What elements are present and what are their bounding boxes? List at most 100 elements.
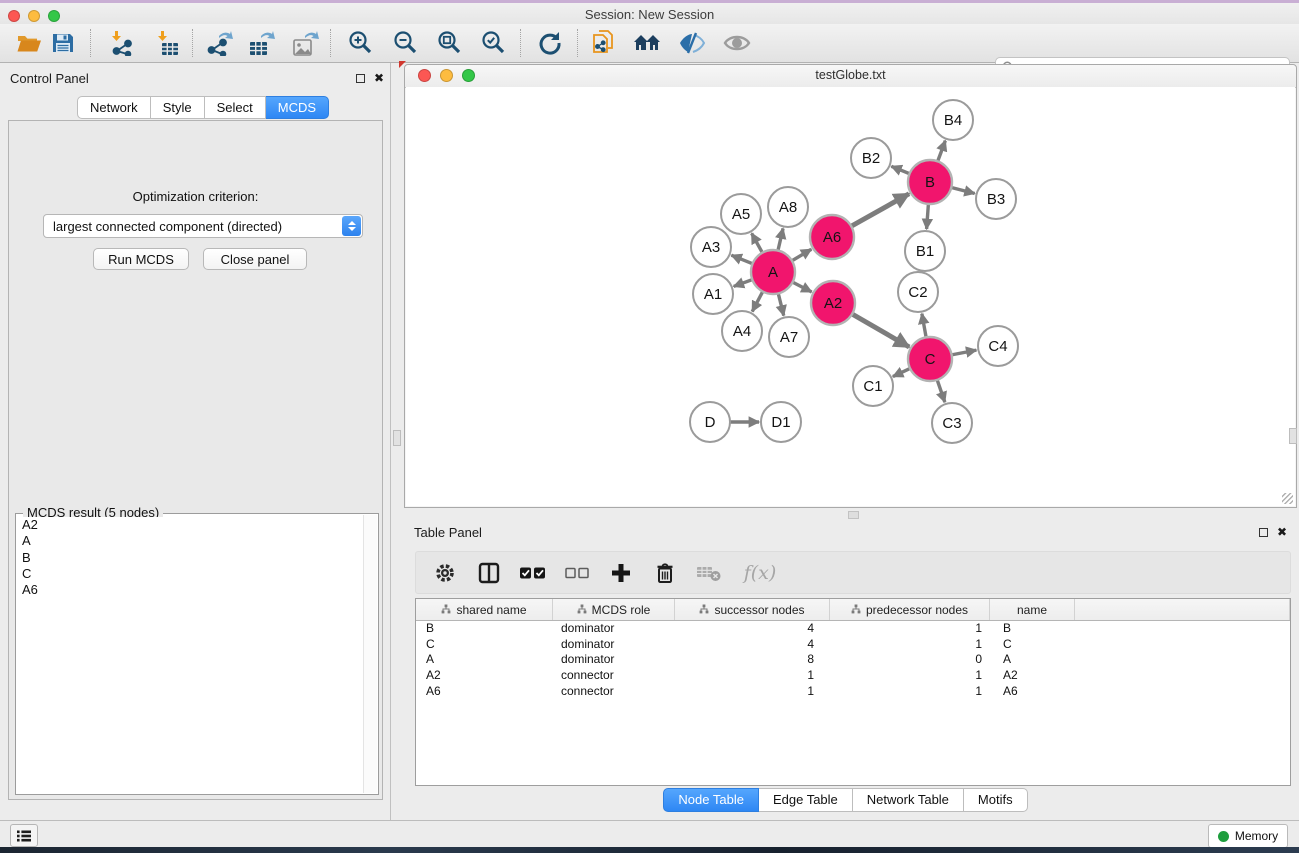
table-row[interactable]: Bdominator41B <box>416 621 1290 637</box>
table-cell[interactable]: B <box>416 621 553 637</box>
table-cell[interactable]: 1 <box>830 668 990 684</box>
memory-button[interactable]: Memory <box>1208 824 1288 848</box>
table-cell[interactable]: 1 <box>675 668 830 684</box>
show-column-icon[interactable] <box>474 558 504 588</box>
tab-edge-table[interactable]: Edge Table <box>759 788 853 812</box>
mcds-result-item[interactable]: A6 <box>17 582 364 598</box>
deselect-all-icon[interactable] <box>562 558 592 588</box>
table-cell[interactable]: dominator <box>553 637 675 653</box>
table-row[interactable]: Adominator80A <box>416 652 1290 668</box>
graph-node-A8[interactable]: A8 <box>768 187 808 227</box>
graph-node-D1[interactable]: D1 <box>761 402 801 442</box>
save-session-icon[interactable] <box>49 29 77 57</box>
import-table-icon[interactable] <box>153 29 181 57</box>
graph-node-D[interactable]: D <box>690 402 730 442</box>
graph-node-B3[interactable]: B3 <box>976 179 1016 219</box>
graph-node-A4[interactable]: A4 <box>722 311 762 351</box>
network-canvas[interactable]: B4B2BB3A8A5A6A3B1AC2A1A2A4A7C4CC1DD1C3 <box>406 87 1295 506</box>
criterion-dropdown[interactable]: largest connected component (directed) <box>43 214 363 238</box>
graph-node-A3[interactable]: A3 <box>691 227 731 267</box>
graph-node-A[interactable]: A <box>751 250 795 294</box>
table-cell[interactable]: B <box>990 621 1075 637</box>
table-row[interactable]: Cdominator41C <box>416 637 1290 653</box>
table-cell[interactable]: 4 <box>675 621 830 637</box>
function-builder-icon[interactable]: f(x) <box>738 558 782 588</box>
graph-node-C1[interactable]: C1 <box>853 366 893 406</box>
apply-layout-icon[interactable] <box>535 29 563 57</box>
zoom-in-icon[interactable] <box>347 29 375 57</box>
table-cell[interactable]: C <box>990 637 1075 653</box>
graph-node-B4[interactable]: B4 <box>933 100 973 140</box>
graph-node-A2[interactable]: A2 <box>811 281 855 325</box>
table-settings-icon[interactable] <box>430 558 460 588</box>
graph-node-B1[interactable]: B1 <box>905 231 945 271</box>
graph-node-C3[interactable]: C3 <box>932 403 972 443</box>
import-network-icon[interactable] <box>107 29 135 57</box>
mcds-result-item[interactable]: C <box>17 566 364 582</box>
tab-network-table[interactable]: Network Table <box>853 788 964 812</box>
table-cell[interactable]: A2 <box>990 668 1075 684</box>
float-panel-icon[interactable] <box>356 74 365 83</box>
table-cell[interactable]: connector <box>553 668 675 684</box>
delete-column-icon[interactable] <box>650 558 680 588</box>
hide-selected-icon[interactable] <box>678 29 706 57</box>
graph-node-C4[interactable]: C4 <box>978 326 1018 366</box>
zoom-selected-icon[interactable] <box>480 29 508 57</box>
graph-node-A5[interactable]: A5 <box>721 194 761 234</box>
table-cell[interactable]: dominator <box>553 652 675 668</box>
task-history-button[interactable] <box>10 824 38 847</box>
graph-node-B2[interactable]: B2 <box>851 138 891 178</box>
table-cell[interactable]: A <box>990 652 1075 668</box>
column-header-predecessor-nodes[interactable]: predecessor nodes <box>830 599 990 620</box>
column-header-MCDS-role[interactable]: MCDS role <box>553 599 675 620</box>
export-network-icon[interactable] <box>205 29 233 57</box>
run-mcds-button[interactable]: Run MCDS <box>93 248 189 270</box>
table-cell[interactable]: 1 <box>830 684 990 700</box>
close-table-panel-icon[interactable]: ✖ <box>1277 527 1287 538</box>
column-header-name[interactable]: name <box>990 599 1075 620</box>
table-cell[interactable]: 1 <box>830 637 990 653</box>
tab-style[interactable]: Style <box>151 96 205 119</box>
table-cell[interactable]: 8 <box>675 652 830 668</box>
export-table-icon[interactable] <box>247 29 275 57</box>
show-all-icon[interactable] <box>723 29 751 57</box>
tab-motifs[interactable]: Motifs <box>964 788 1028 812</box>
tab-mcds[interactable]: MCDS <box>266 96 329 119</box>
graph-node-A1[interactable]: A1 <box>693 274 733 314</box>
view-edge-grip[interactable] <box>1289 428 1297 444</box>
select-all-icon[interactable] <box>518 558 548 588</box>
float-table-panel-icon[interactable] <box>1259 528 1268 537</box>
tab-node-table[interactable]: Node Table <box>663 788 759 812</box>
table-cell[interactable]: 4 <box>675 637 830 653</box>
network-window-titlebar[interactable]: testGlobe.txt <box>405 65 1296 88</box>
table-cell[interactable]: C <box>416 637 553 653</box>
table-cell[interactable]: 1 <box>675 684 830 700</box>
graph-node-C[interactable]: C <box>908 337 952 381</box>
first-neighbors-icon[interactable] <box>633 29 661 57</box>
export-image-icon[interactable] <box>291 29 319 57</box>
column-header-successor-nodes[interactable]: successor nodes <box>675 599 830 620</box>
table-cell[interactable]: A <box>416 652 553 668</box>
mcds-result-list[interactable]: A2ABCA6 <box>17 517 364 793</box>
column-header-shared-name[interactable]: shared name <box>416 599 553 620</box>
split-divider-grip[interactable] <box>393 430 401 446</box>
mcds-result-item[interactable]: A <box>17 533 364 549</box>
result-list-scrollbar[interactable] <box>363 515 377 793</box>
table-row[interactable]: A6connector11A6 <box>416 684 1290 700</box>
graph-node-A7[interactable]: A7 <box>769 317 809 357</box>
tab-select[interactable]: Select <box>205 96 266 119</box>
table-cell[interactable]: dominator <box>553 621 675 637</box>
zoom-fit-icon[interactable] <box>436 29 464 57</box>
tab-network[interactable]: Network <box>77 96 151 119</box>
close-panel-icon[interactable]: ✖ <box>374 73 384 84</box>
table-cell[interactable]: 0 <box>830 652 990 668</box>
graph-node-B[interactable]: B <box>908 160 952 204</box>
add-column-icon[interactable] <box>606 558 636 588</box>
delete-table-icon[interactable] <box>694 558 724 588</box>
graph-node-A6[interactable]: A6 <box>810 215 854 259</box>
table-row[interactable]: A2connector11A2 <box>416 668 1290 684</box>
clone-network-icon[interactable] <box>589 29 617 57</box>
close-panel-button[interactable]: Close panel <box>203 248 307 270</box>
zoom-out-icon[interactable] <box>392 29 420 57</box>
network-graph[interactable]: B4B2BB3A8A5A6A3B1AC2A1A2A4A7C4CC1DD1C3 <box>406 87 1295 506</box>
